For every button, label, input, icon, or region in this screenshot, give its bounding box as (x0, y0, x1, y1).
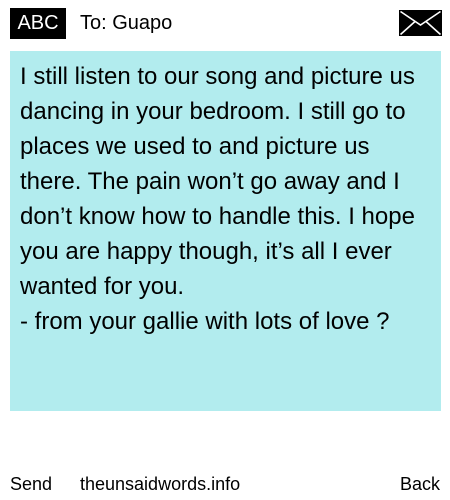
input-mode-badge: ABC (10, 8, 66, 39)
site-link[interactable]: theunsaidwords.info (80, 470, 240, 498)
recipient-label: To: Guapo (80, 12, 173, 34)
header-bar: ABC To: Guapo (0, 0, 450, 46)
message-screen: ABC To: Guapo I still listen to our song… (0, 0, 450, 500)
message-text: I still listen to our song and picture u… (20, 63, 415, 335)
back-button[interactable]: Back (400, 470, 440, 498)
send-button[interactable]: Send (10, 470, 52, 498)
envelope-icon-graphic (399, 10, 442, 36)
softkey-bar: Send theunsaidwords.info Back (0, 470, 450, 498)
message-body-area[interactable]: I still listen to our song and picture u… (10, 51, 441, 411)
envelope-icon[interactable] (399, 10, 442, 36)
